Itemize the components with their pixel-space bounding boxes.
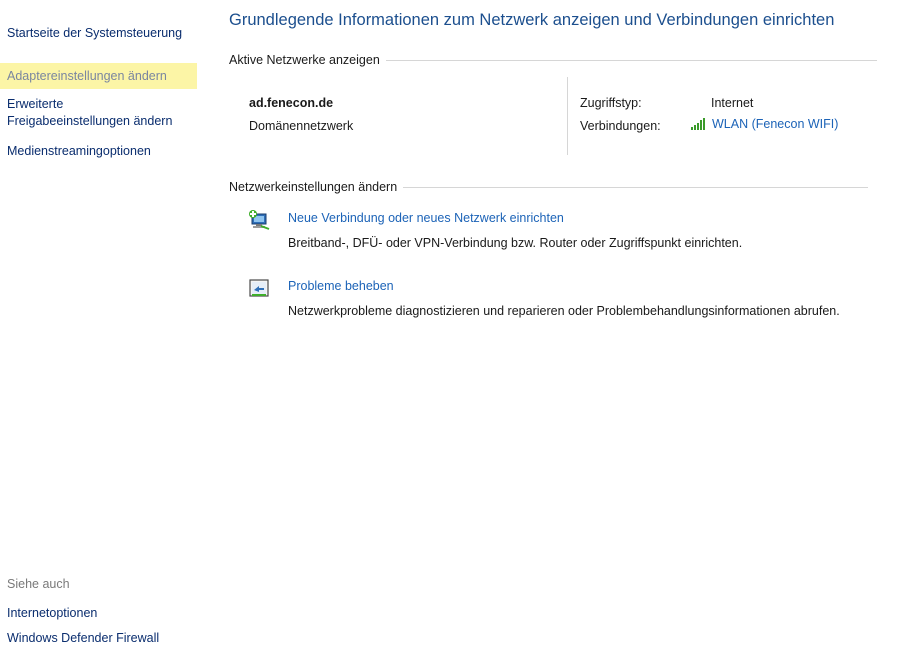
wifi-signal-icon: [691, 118, 705, 130]
wlan-connection-link[interactable]: WLAN (Fenecon WIFI): [690, 117, 838, 131]
setup-connection-link[interactable]: Neue Verbindung oder neues Netzwerk einr…: [288, 211, 564, 225]
change-settings-group: Netzwerkeinstellungen ändern: [229, 180, 869, 194]
troubleshoot-link[interactable]: Probleme beheben: [288, 279, 394, 293]
sidebar-item-media-streaming[interactable]: Medienstreamingoptionen: [7, 143, 151, 160]
sidebar: Startseite der Systemsteuerung Adapterei…: [0, 0, 210, 654]
network-name: ad.fenecon.de: [249, 96, 334, 110]
sidebar-item-advanced-sharing[interactable]: Erweiterte Freigabeeinstellungen ändern: [7, 96, 172, 130]
active-networks-header: Aktive Netzwerke anzeigen: [229, 53, 380, 67]
troubleshoot-description: Netzwerkprobleme diagnostizieren und rep…: [288, 304, 840, 318]
see-also-label: Siehe auch: [7, 577, 70, 591]
page-title: Grundlegende Informationen zum Netzwerk …: [229, 11, 835, 29]
active-networks-group: Aktive Netzwerke anzeigen: [229, 53, 877, 67]
setup-connection-description: Breitband-, DFÜ- oder VPN-Verbindung bzw…: [288, 236, 743, 250]
access-type-label: Zugriffstyp:: [580, 96, 642, 110]
divider: [385, 59, 877, 61]
network-setup-icon: [249, 210, 270, 230]
connection-value: WLAN (Fenecon WIFI): [712, 117, 839, 131]
divider: [403, 186, 869, 188]
sidebar-item-defender-firewall[interactable]: Windows Defender Firewall: [7, 630, 159, 647]
sidebar-item-adapter-settings[interactable]: Adaptereinstellungen ändern: [0, 63, 197, 89]
vertical-divider: [567, 77, 568, 155]
change-settings-header: Netzwerkeinstellungen ändern: [229, 180, 398, 194]
advanced-sharing-line2: Freigabeeinstellungen ändern: [7, 114, 173, 128]
connections-label: Verbindungen:: [580, 119, 661, 133]
sidebar-item-home[interactable]: Startseite der Systemsteuerung: [7, 25, 182, 42]
access-type-value: Internet: [711, 96, 754, 110]
sidebar-item-internet-options[interactable]: Internetoptionen: [7, 605, 97, 622]
network-type: Domänennetzwerk: [249, 119, 354, 133]
troubleshoot-icon: [249, 279, 269, 297]
advanced-sharing-line1: Erweiterte: [7, 97, 64, 111]
